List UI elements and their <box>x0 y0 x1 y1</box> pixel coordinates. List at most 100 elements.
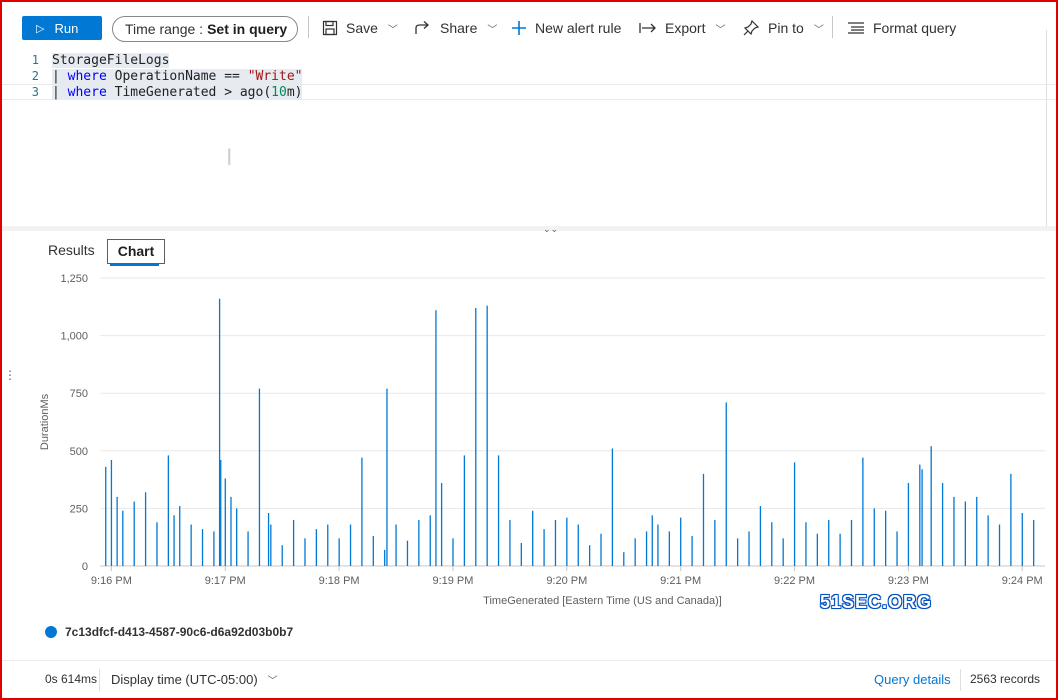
data-bar <box>452 538 454 566</box>
chevron-down-icon: ﹀ <box>267 676 278 687</box>
pane-splitter[interactable] <box>2 226 1056 231</box>
data-bar <box>463 455 466 566</box>
data-bar <box>885 510 887 566</box>
data-bar <box>862 457 864 566</box>
data-bar <box>247 531 249 566</box>
tab-chart[interactable]: Chart <box>107 239 165 264</box>
share-button[interactable]: Share ﹀ <box>414 12 497 44</box>
y-tick-label: 250 <box>70 503 88 515</box>
data-bar <box>907 483 910 566</box>
query-editor[interactable]: 1 StorageFileLogs 2 | where OperationNam… <box>2 50 1056 225</box>
code-text: StorageFileLogs <box>52 52 170 68</box>
line-number: 2 <box>31 69 39 83</box>
code-pipe: | <box>52 68 68 84</box>
y-tick-label: 500 <box>70 446 88 458</box>
data-bar <box>122 510 124 566</box>
save-button[interactable]: Save ﹀ <box>322 12 398 44</box>
data-bar <box>372 536 374 566</box>
data-bar <box>941 483 944 566</box>
data-bar <box>921 469 923 566</box>
data-bar <box>828 519 830 566</box>
code-expression-end: m) <box>286 84 303 100</box>
data-bar <box>611 448 614 566</box>
data-bar <box>361 457 363 566</box>
x-tick-label: 9:17 PM <box>205 575 246 587</box>
code-pipe: | <box>52 84 68 100</box>
data-bar <box>623 552 625 566</box>
data-bar <box>554 519 557 566</box>
export-label: Export <box>665 20 706 36</box>
data-bar <box>395 524 397 566</box>
data-bar <box>987 515 989 566</box>
splitter-handle-icon[interactable]: ⌄⌄ <box>543 224 558 235</box>
data-bar <box>645 531 648 566</box>
data-bar <box>327 524 329 566</box>
format-query-button[interactable]: Format query <box>847 12 956 44</box>
data-bar <box>144 492 147 566</box>
x-tick-label: 9:21 PM <box>660 575 701 587</box>
data-bar <box>218 298 221 566</box>
run-button[interactable]: ▷ Run <box>22 16 102 40</box>
y-tick-label: 0 <box>82 561 88 573</box>
y-tick-label: 1,250 <box>60 273 88 285</box>
data-bar <box>657 524 659 566</box>
data-bar <box>133 501 135 566</box>
elapsed-time: 0s 614ms <box>45 672 98 686</box>
code-keyword: where <box>67 68 107 84</box>
y-tick-label: 1,000 <box>60 331 88 343</box>
data-bar <box>702 473 705 566</box>
data-bar <box>213 531 215 566</box>
data-bar <box>748 531 750 566</box>
data-bar <box>566 517 568 566</box>
data-bar <box>105 466 107 566</box>
data-bar <box>406 540 409 566</box>
x-tick-label: 9:23 PM <box>888 575 929 587</box>
query-details-link[interactable]: Query details <box>874 672 951 687</box>
query-toolbar: ▷ Run Time range : Set in query Save ﹀ S… <box>2 2 1056 48</box>
data-bar <box>190 524 192 566</box>
share-label: Share <box>440 20 478 36</box>
data-bar <box>156 522 158 566</box>
format-lines-icon <box>848 22 864 34</box>
data-bar <box>236 508 238 566</box>
data-bar <box>475 307 477 566</box>
time-range-label: Time range : <box>125 21 204 37</box>
chevron-down-icon: ﹀ <box>387 24 398 36</box>
display-time-dropdown[interactable]: Display time (UTC-05:00) ﹀ <box>111 672 278 687</box>
pin-to-button[interactable]: Pin to ﹀ <box>742 12 824 44</box>
code-text: | where OperationName == "Write" <box>52 68 303 84</box>
legend-marker <box>45 626 57 638</box>
text-cursor-icon: I <box>226 146 233 171</box>
data-bar <box>850 519 853 566</box>
status-divider <box>99 669 100 691</box>
editor-scrollbar[interactable] <box>1046 30 1054 230</box>
data-bar <box>435 310 437 566</box>
pin-icon <box>743 19 760 36</box>
data-bar <box>384 549 386 566</box>
data-bar <box>896 531 898 566</box>
data-bar <box>179 506 181 566</box>
data-bar <box>270 524 272 566</box>
data-bar <box>998 524 1001 566</box>
x-tick-label: 9:16 PM <box>91 575 132 587</box>
time-range-button[interactable]: Time range : Set in query <box>112 16 298 42</box>
export-button[interactable]: Export ﹀ <box>639 12 725 44</box>
data-bar <box>440 483 443 566</box>
data-bar <box>338 538 340 566</box>
y-tick-label: 750 <box>70 388 88 400</box>
data-bar <box>1010 473 1012 566</box>
data-bar <box>805 522 807 566</box>
data-bar <box>953 496 955 566</box>
new-alert-rule-button[interactable]: New alert rule <box>511 12 621 44</box>
chart-legend[interactable]: 7c13dfcf-d413-4587-90c6-d6a92d03b0b7 <box>45 625 293 639</box>
x-tick-label: 9:18 PM <box>319 575 360 587</box>
new-alert-label: New alert rule <box>535 20 622 36</box>
tab-results[interactable]: Results <box>48 242 95 258</box>
data-bar <box>520 542 522 566</box>
data-bar <box>600 533 602 566</box>
run-label: Run <box>54 20 79 36</box>
line-number: 3 <box>31 85 39 99</box>
code-line-2: 2 | where OperationName == "Write" <box>2 68 1056 84</box>
x-tick-label: 9:20 PM <box>546 575 587 587</box>
data-bar <box>429 515 431 566</box>
